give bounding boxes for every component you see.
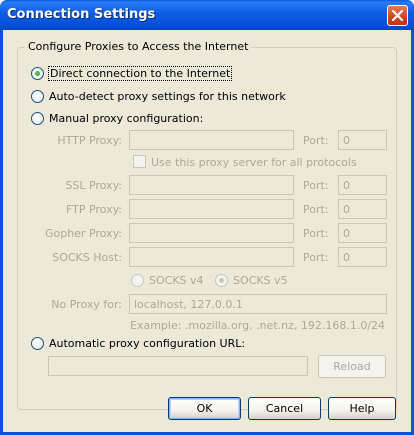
- gopher-port-label: Port:: [303, 227, 329, 240]
- ssl-proxy-label: SSL Proxy:: [65, 179, 122, 192]
- no-proxy-input[interactable]: localhost, 127.0.0.1: [129, 294, 387, 314]
- title-bar[interactable]: Connection Settings: [0, 0, 414, 30]
- socks-v5-label: SOCKS v5: [233, 273, 288, 287]
- ftp-proxy-input[interactable]: [129, 199, 294, 219]
- radio-manual-label: Manual proxy configuration:: [49, 111, 204, 125]
- ftp-port-input[interactable]: 0: [338, 199, 387, 219]
- radio-button[interactable]: [131, 273, 144, 287]
- use-same-proxy-label: Use this proxy server for all protocols: [151, 156, 357, 169]
- radio-auto-config-url[interactable]: Automatic proxy configuration URL:: [31, 335, 245, 351]
- auto-config-url-input[interactable]: [48, 356, 308, 376]
- radio-button[interactable]: [31, 336, 44, 350]
- radio-auto-url-label: Automatic proxy configuration URL:: [49, 336, 246, 350]
- close-button[interactable]: [387, 5, 408, 26]
- radio-socks-v4[interactable]: SOCKS v4: [131, 272, 204, 288]
- cancel-button[interactable]: Cancel: [248, 397, 321, 420]
- gopher-proxy-input[interactable]: [129, 223, 294, 243]
- http-port-input[interactable]: 0: [338, 130, 387, 150]
- ssl-port-input[interactable]: 0: [338, 175, 387, 195]
- socks-port-input[interactable]: 0: [338, 247, 387, 267]
- ftp-proxy-label: FTP Proxy:: [65, 203, 122, 216]
- reload-button[interactable]: Reload: [318, 355, 386, 378]
- ssl-port-label: Port:: [303, 179, 329, 192]
- ssl-proxy-input[interactable]: [129, 175, 294, 195]
- use-same-proxy-checkbox[interactable]: [133, 155, 146, 168]
- groupbox-legend: Configure Proxies to Access the Internet: [25, 40, 252, 53]
- close-icon: [392, 10, 403, 21]
- no-proxy-example: Example: .mozilla.org, .net.nz, 192.168.…: [130, 319, 386, 332]
- no-proxy-label: No Proxy for:: [51, 298, 122, 311]
- socks-v4-label: SOCKS v4: [149, 273, 204, 287]
- radio-button[interactable]: [31, 89, 44, 103]
- radio-button-checked[interactable]: [31, 66, 44, 80]
- http-proxy-label: HTTP Proxy:: [57, 134, 122, 147]
- radio-auto-detect[interactable]: Auto-detect proxy settings for this netw…: [31, 88, 286, 104]
- radio-direct-label: Direct connection to the Internet: [47, 65, 233, 81]
- radio-button-checked[interactable]: [215, 273, 228, 287]
- http-port-label: Port:: [303, 134, 329, 147]
- radio-autodetect-label: Auto-detect proxy settings for this netw…: [49, 89, 286, 103]
- http-proxy-input[interactable]: [129, 130, 294, 150]
- radio-button[interactable]: [31, 111, 44, 125]
- gopher-proxy-label: Gopher Proxy:: [44, 227, 122, 240]
- gopher-port-input[interactable]: 0: [338, 223, 387, 243]
- dialog-body: Configure Proxies to Access the Internet…: [3, 30, 411, 432]
- socks-port-label: Port:: [303, 251, 329, 264]
- help-button[interactable]: Help: [328, 397, 396, 420]
- radio-direct-connection[interactable]: Direct connection to the Internet: [31, 65, 233, 81]
- ok-button[interactable]: OK: [168, 397, 241, 420]
- radio-manual-proxy[interactable]: Manual proxy configuration:: [31, 110, 203, 126]
- radio-socks-v5[interactable]: SOCKS v5: [215, 272, 288, 288]
- window-title: Connection Settings: [7, 7, 156, 22]
- socks-host-input[interactable]: [129, 247, 294, 267]
- connection-settings-window: Connection Settings Configure Proxies to…: [0, 0, 414, 435]
- ftp-port-label: Port:: [303, 203, 329, 216]
- socks-host-label: SOCKS Host:: [52, 251, 122, 264]
